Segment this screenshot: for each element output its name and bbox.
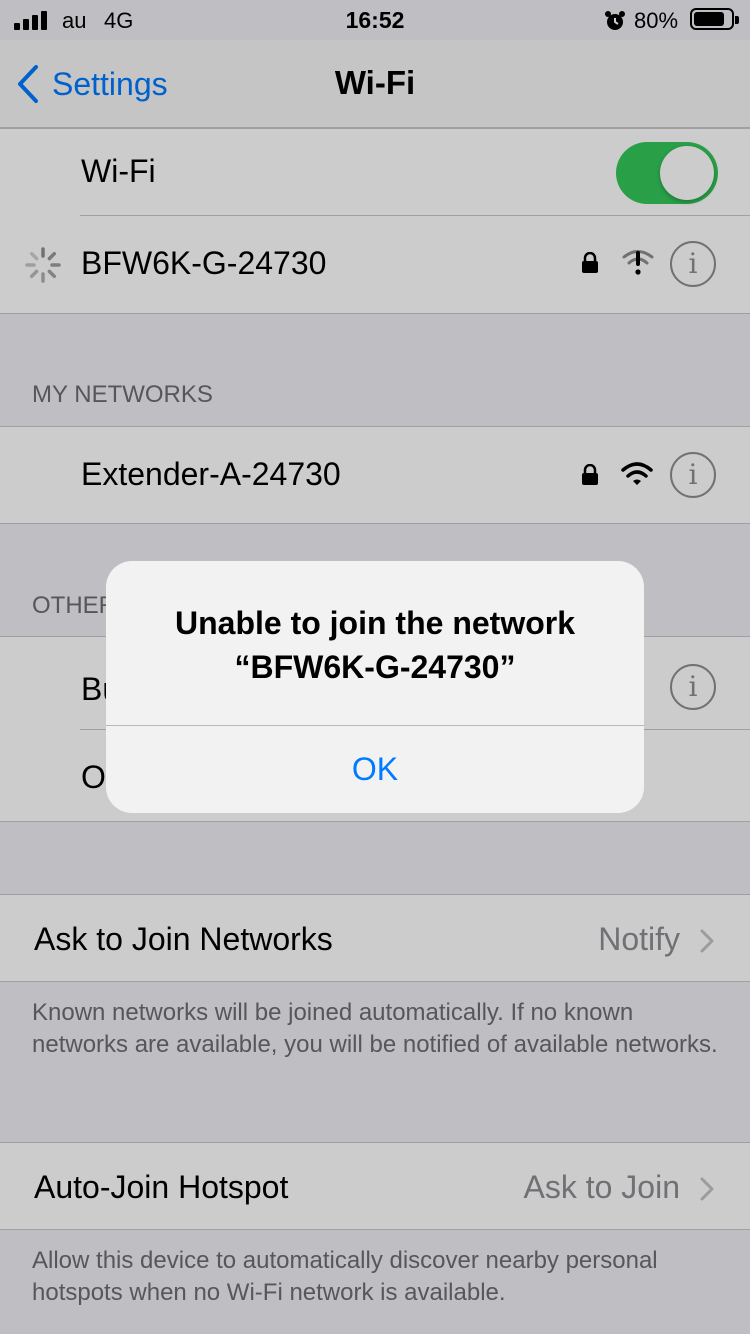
alert-title-line1: Unable to join the network — [174, 605, 575, 641]
ok-button[interactable]: OK — [106, 725, 644, 813]
alert-title-line2: “BFW6K-G-24730” — [234, 649, 516, 685]
alert-title: Unable to join the network “BFW6K-G-2473… — [126, 601, 624, 689]
alert-dialog: Unable to join the network “BFW6K-G-2473… — [106, 561, 644, 813]
